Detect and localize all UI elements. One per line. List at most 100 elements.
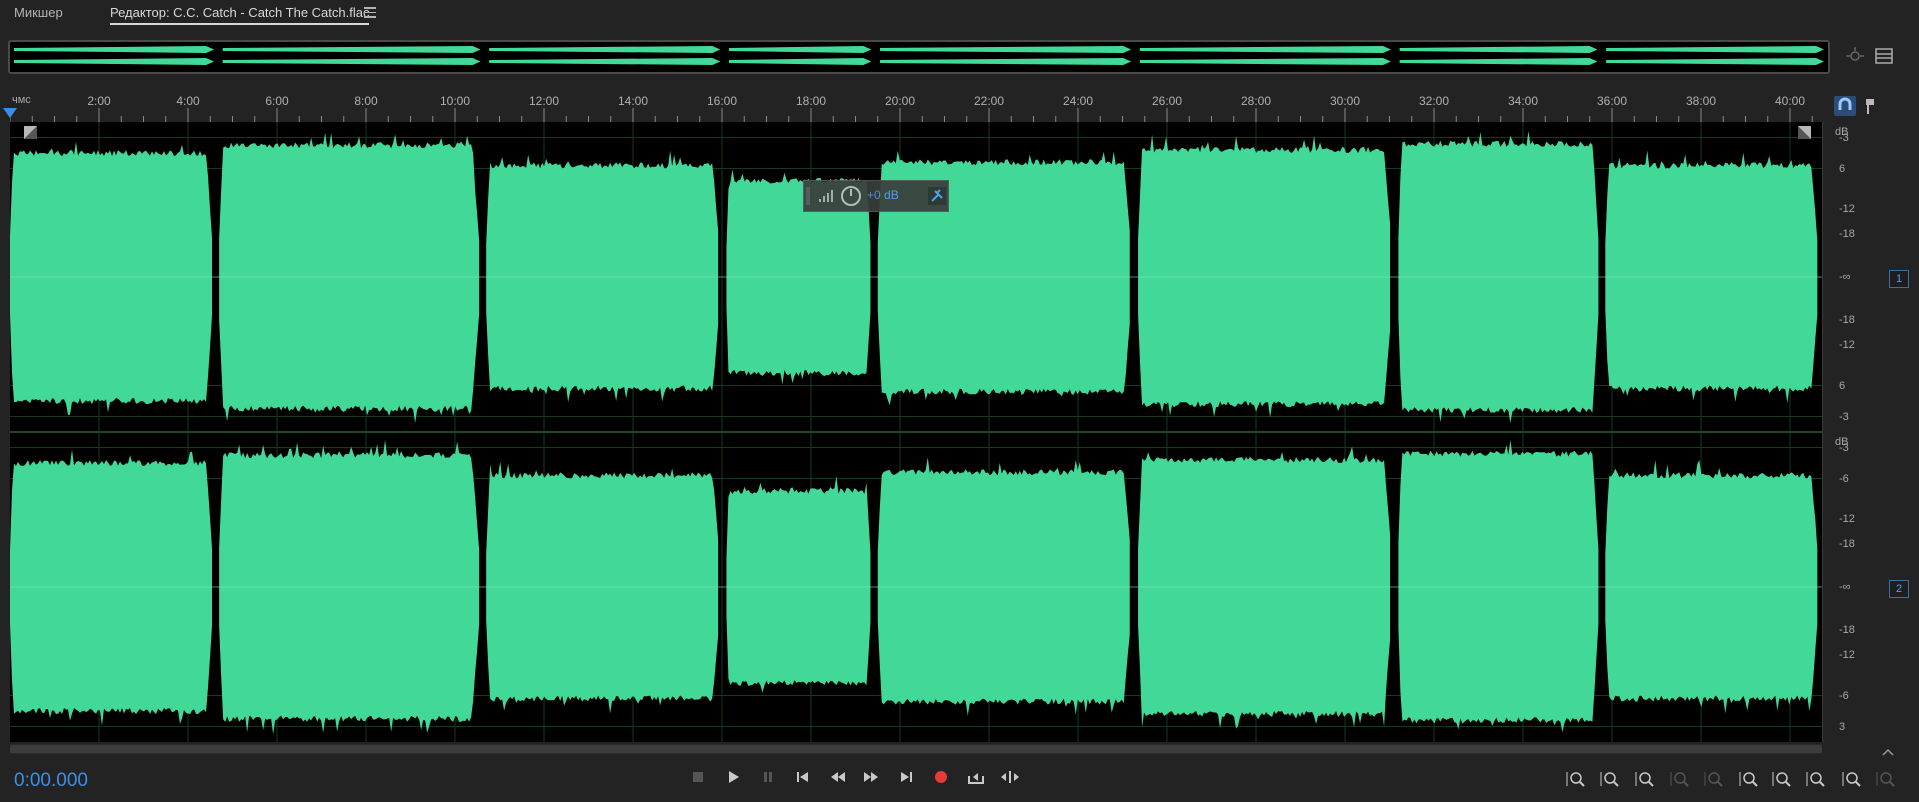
zoom-selection-disabled-icon bbox=[1704, 772, 1723, 787]
zoom-navigator-icon[interactable] bbox=[1843, 45, 1867, 67]
db-tick-label: -12 bbox=[1839, 512, 1855, 525]
skip-end-icon bbox=[901, 772, 912, 782]
snap-magnet-button[interactable] bbox=[1834, 96, 1856, 116]
gain-hud[interactable]: +0 dB bbox=[803, 180, 949, 212]
hud-grip-icon[interactable] bbox=[806, 187, 810, 205]
fade-out-handle[interactable] bbox=[1798, 126, 1811, 139]
zoom-out-full-button[interactable] bbox=[1802, 768, 1830, 790]
db-tick-label: -12 bbox=[1839, 202, 1855, 215]
tab-menu-icon[interactable] bbox=[364, 4, 376, 18]
pause-button[interactable] bbox=[755, 768, 781, 790]
db-tick-label: -3 bbox=[1839, 131, 1849, 144]
play-icon bbox=[729, 771, 739, 783]
zoom-in-time-disabled-button[interactable] bbox=[1666, 768, 1694, 790]
overview-segment bbox=[14, 58, 215, 65]
db-tick-label: -∞ bbox=[1839, 271, 1851, 283]
ruler-tick-label: 38:00 bbox=[1685, 94, 1717, 108]
overview-panel-icon[interactable] bbox=[1873, 45, 1895, 67]
zoom-out-full-icon bbox=[1806, 772, 1825, 787]
time-ruler[interactable]: чмс 2:00 4:00 6:00 8:00 10:00 12:00 14:00 16:00… bbox=[10, 92, 1822, 122]
collapse-chevron-icon[interactable] bbox=[1880, 744, 1896, 756]
current-time-display[interactable]: 0:00.000 bbox=[14, 770, 88, 792]
overview-segment bbox=[1606, 58, 1824, 65]
ruler-tick-label: 6:00 bbox=[265, 94, 289, 108]
overview-segment bbox=[222, 46, 481, 53]
tab-editor[interactable]: Редактор: C.C. Catch - Catch The Catch.f… bbox=[110, 5, 370, 25]
rewind-icon bbox=[831, 772, 845, 782]
ruler-tick-label: 8:00 bbox=[354, 94, 378, 108]
db-tick-label: -6 bbox=[1839, 472, 1849, 485]
overview-segment bbox=[729, 58, 872, 65]
skip-selection-button[interactable] bbox=[997, 768, 1023, 790]
fast-forward-button[interactable] bbox=[858, 768, 884, 790]
channel-2-button[interactable]: 2 bbox=[1889, 580, 1909, 598]
skip-selection-icon bbox=[1001, 771, 1019, 783]
overview-segment bbox=[1606, 46, 1824, 53]
tab-mixer[interactable]: Микшер bbox=[14, 5, 63, 20]
ruler-tick-label: 30:00 bbox=[1329, 94, 1361, 108]
ruler-tick-label: 28:00 bbox=[1240, 94, 1272, 108]
db-tick-label: -12 bbox=[1839, 649, 1855, 662]
zoom-out-amplitude-icon bbox=[1600, 772, 1619, 787]
zoom-disabled-button[interactable] bbox=[1872, 768, 1900, 790]
skip-to-end-button[interactable] bbox=[893, 768, 919, 790]
waveform-overview[interactable] bbox=[8, 40, 1830, 74]
skip-to-start-button[interactable] bbox=[790, 768, 816, 790]
gain-knob-icon[interactable] bbox=[841, 186, 861, 206]
waveform-display[interactable] bbox=[10, 122, 1822, 742]
marker-pin-icon[interactable] bbox=[1860, 96, 1880, 116]
ruler-tick-label: 24:00 bbox=[1062, 94, 1094, 108]
ruler-tick-label: 40:00 bbox=[1774, 94, 1806, 108]
zoom-reset-amplitude-icon bbox=[1635, 772, 1654, 787]
zoom-disabled-icon bbox=[1876, 772, 1895, 787]
db-tick-label: 3 bbox=[1839, 720, 1846, 733]
overview-segment bbox=[1399, 58, 1598, 65]
overview-segment bbox=[1139, 46, 1391, 53]
ruler-tick-label: 26:00 bbox=[1151, 94, 1183, 108]
zoom-in-right-button[interactable] bbox=[1768, 768, 1796, 790]
overview-segment bbox=[14, 46, 215, 53]
waveform-segment bbox=[486, 150, 719, 403]
ruler-tick-label: 14:00 bbox=[617, 94, 649, 108]
overview-segment bbox=[880, 58, 1132, 65]
hud-pin-icon[interactable] bbox=[928, 187, 946, 205]
record-button[interactable] bbox=[928, 768, 954, 790]
waveform-segment bbox=[219, 132, 480, 424]
overview-segment bbox=[1139, 58, 1391, 65]
zoom-in-amplitude-button[interactable] bbox=[1562, 768, 1590, 790]
playhead-marker[interactable] bbox=[3, 108, 17, 118]
play-button[interactable] bbox=[720, 768, 746, 790]
rewind-button[interactable] bbox=[825, 768, 851, 790]
zoom-in-left-button[interactable] bbox=[1735, 768, 1763, 790]
waveform-segment bbox=[1138, 134, 1391, 418]
overview-segment bbox=[489, 58, 721, 65]
zoom-time-button[interactable] bbox=[1838, 768, 1866, 790]
ruler-tick-label: 36:00 bbox=[1596, 94, 1628, 108]
zoom-selection-disabled-button[interactable] bbox=[1700, 768, 1728, 790]
skip-start-icon bbox=[797, 772, 808, 782]
waveform-segment bbox=[726, 475, 871, 693]
zoom-in-right-icon bbox=[1772, 772, 1791, 787]
ruler-tick-label: 4:00 bbox=[176, 94, 200, 108]
zoom-in-time-disabled-icon bbox=[1670, 772, 1689, 787]
ruler-tick-label: 22:00 bbox=[973, 94, 1005, 108]
stop-button[interactable] bbox=[685, 768, 711, 790]
zoom-time-icon bbox=[1842, 772, 1861, 787]
ruler-unit-label: чмс bbox=[12, 94, 31, 106]
fast-forward-icon bbox=[864, 772, 878, 782]
pause-icon bbox=[764, 772, 772, 782]
amplitude-scale[interactable]: dB -3 6 -12 -18 -∞ -18 -12 6 -3 dB -3 -6 -12 -18 -∞ -… bbox=[1822, 122, 1911, 742]
channel-1-button[interactable]: 1 bbox=[1889, 270, 1909, 288]
overview-segment bbox=[489, 46, 721, 53]
zoom-reset-amplitude-button[interactable] bbox=[1631, 768, 1659, 790]
waveform-segment bbox=[1398, 439, 1599, 733]
scrollbar-thumb[interactable] bbox=[10, 745, 1822, 753]
horizontal-scrollbar[interactable] bbox=[10, 744, 1822, 754]
loop-playback-button[interactable] bbox=[963, 768, 989, 790]
ruler-tick-label: 20:00 bbox=[884, 94, 916, 108]
fade-in-handle[interactable] bbox=[24, 126, 37, 139]
hud-gain-value[interactable]: +0 dB bbox=[867, 188, 899, 202]
db-tick-label: 6 bbox=[1839, 379, 1846, 392]
zoom-in-left-icon bbox=[1739, 772, 1758, 787]
zoom-out-amplitude-button[interactable] bbox=[1596, 768, 1624, 790]
